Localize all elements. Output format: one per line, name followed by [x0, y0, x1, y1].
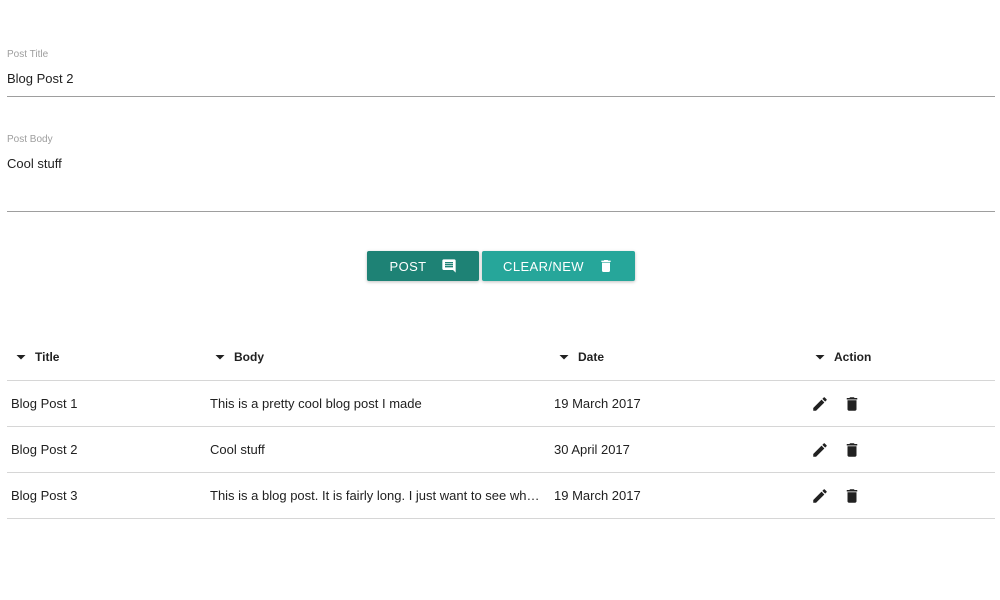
clear-new-button-label: CLEAR/NEW [503, 258, 584, 274]
cell-date: 30 April 2017 [554, 442, 630, 457]
header-body[interactable]: Body [214, 334, 264, 380]
post-title-underline [7, 96, 995, 97]
cell-actions [811, 473, 875, 518]
header-body-label: Body [234, 350, 264, 364]
header-date-label: Date [578, 350, 605, 364]
table-row[interactable]: Blog Post 1 This is a pretty cool blog p… [7, 381, 995, 427]
header-date[interactable]: Date [558, 334, 604, 380]
cell-body: This is a pretty cool blog post I made [210, 396, 422, 411]
delete-icon[interactable] [843, 487, 861, 505]
post-body-label: Post Body [7, 134, 53, 145]
sort-down-icon [558, 351, 570, 363]
delete-icon[interactable] [843, 395, 861, 413]
header-title[interactable]: Title [15, 334, 59, 380]
header-title-label: Title [35, 350, 60, 364]
header-action[interactable]: Action [814, 334, 871, 380]
cell-actions [811, 427, 875, 472]
comment-icon [441, 258, 457, 274]
cell-title: Blog Post 2 [11, 442, 78, 457]
table-header: Title Body Date Action [7, 334, 995, 381]
sort-down-icon [814, 351, 826, 363]
post-title-input[interactable]: Blog Post 2 [7, 71, 74, 86]
post-title-label: Post Title [7, 49, 49, 60]
edit-icon[interactable] [811, 441, 829, 459]
sort-down-icon [214, 351, 226, 363]
post-title-field[interactable]: Post Title Blog Post 2 [7, 49, 995, 98]
posts-table: Title Body Date Action Blog Post 1 This … [7, 334, 995, 519]
edit-icon[interactable] [811, 395, 829, 413]
clear-new-button[interactable]: CLEAR/NEW [482, 251, 635, 281]
edit-icon[interactable] [811, 487, 829, 505]
cell-title: Blog Post 1 [11, 396, 78, 411]
post-body-field[interactable]: Post Body Cool stuff [7, 134, 995, 214]
post-button-label: POST [389, 258, 427, 274]
delete-icon[interactable] [843, 441, 861, 459]
cell-actions [811, 381, 875, 426]
cell-body: This is a blog post. It is fairly long. … [210, 488, 546, 503]
header-action-label: Action [834, 350, 872, 364]
post-body-underline [7, 211, 995, 212]
post-body-input[interactable]: Cool stuff [7, 156, 62, 171]
sort-down-icon [15, 351, 27, 363]
cell-title: Blog Post 3 [11, 488, 78, 503]
cell-body: Cool stuff [210, 442, 265, 457]
table-row[interactable]: Blog Post 2 Cool stuff 30 April 2017 [7, 427, 995, 473]
cell-date: 19 March 2017 [554, 488, 641, 503]
table-row[interactable]: Blog Post 3 This is a blog post. It is f… [7, 473, 995, 519]
cell-date: 19 March 2017 [554, 396, 641, 411]
post-button[interactable]: POST [367, 251, 479, 281]
trash-icon [598, 258, 614, 274]
